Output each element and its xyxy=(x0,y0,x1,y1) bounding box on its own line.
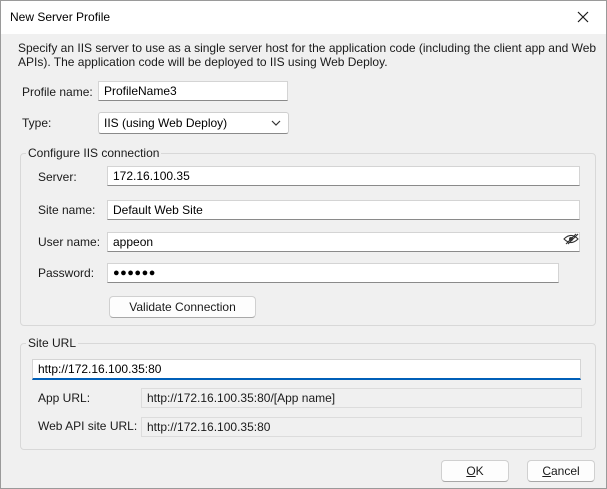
cancel-button[interactable]: Cancel xyxy=(527,460,595,482)
profile-name-input[interactable]: ProfileName3 xyxy=(98,81,288,101)
description-text: Specify an IIS server to use as a single… xyxy=(18,41,597,69)
type-select[interactable]: IIS (using Web Deploy) xyxy=(98,112,289,134)
user-name-label: User name: xyxy=(38,235,101,249)
eye-slash-icon[interactable] xyxy=(563,233,579,245)
site-name-label: Site name: xyxy=(38,203,96,217)
cancel-label-rest: ancel xyxy=(550,464,580,478)
app-url-value: http://172.16.100.35:80/[App name] xyxy=(141,388,582,408)
profile-name-label: Profile name: xyxy=(22,85,93,99)
new-server-profile-dialog: New Server Profile Specify an IIS server… xyxy=(0,0,607,489)
title-bar: New Server Profile xyxy=(1,1,606,33)
ok-label-rest: K xyxy=(475,464,484,478)
site-url-group-title: Site URL xyxy=(26,336,79,350)
app-url-label: App URL: xyxy=(38,391,91,405)
ok-button[interactable]: OK xyxy=(441,460,509,482)
server-input[interactable]: 172.16.100.35 xyxy=(107,166,580,186)
validate-connection-button[interactable]: Validate Connection xyxy=(109,296,256,318)
ok-mnemonic: O xyxy=(466,464,476,478)
site-name-input[interactable]: Default Web Site xyxy=(107,200,580,220)
dialog-body: Specify an IIS server to use as a single… xyxy=(1,34,606,488)
server-label: Server: xyxy=(38,170,77,184)
site-url-input[interactable]: http://172.16.100.35:80 xyxy=(32,359,581,380)
cancel-mnemonic: C xyxy=(542,464,551,478)
web-api-url-label: Web API site URL: xyxy=(38,419,138,433)
close-button[interactable] xyxy=(560,1,606,33)
type-label: Type: xyxy=(22,116,52,130)
window-title: New Server Profile xyxy=(10,10,111,24)
chevron-down-icon xyxy=(271,120,281,126)
password-label: Password: xyxy=(38,266,95,280)
web-api-url-value: http://172.16.100.35:80 xyxy=(141,417,582,437)
user-name-input[interactable]: appeon xyxy=(107,232,580,252)
password-input[interactable]: ●●●●●● xyxy=(107,263,559,283)
type-select-value: IIS (using Web Deploy) xyxy=(104,116,228,130)
iis-connection-group-title: Configure IIS connection xyxy=(26,146,162,160)
close-icon xyxy=(577,11,589,23)
